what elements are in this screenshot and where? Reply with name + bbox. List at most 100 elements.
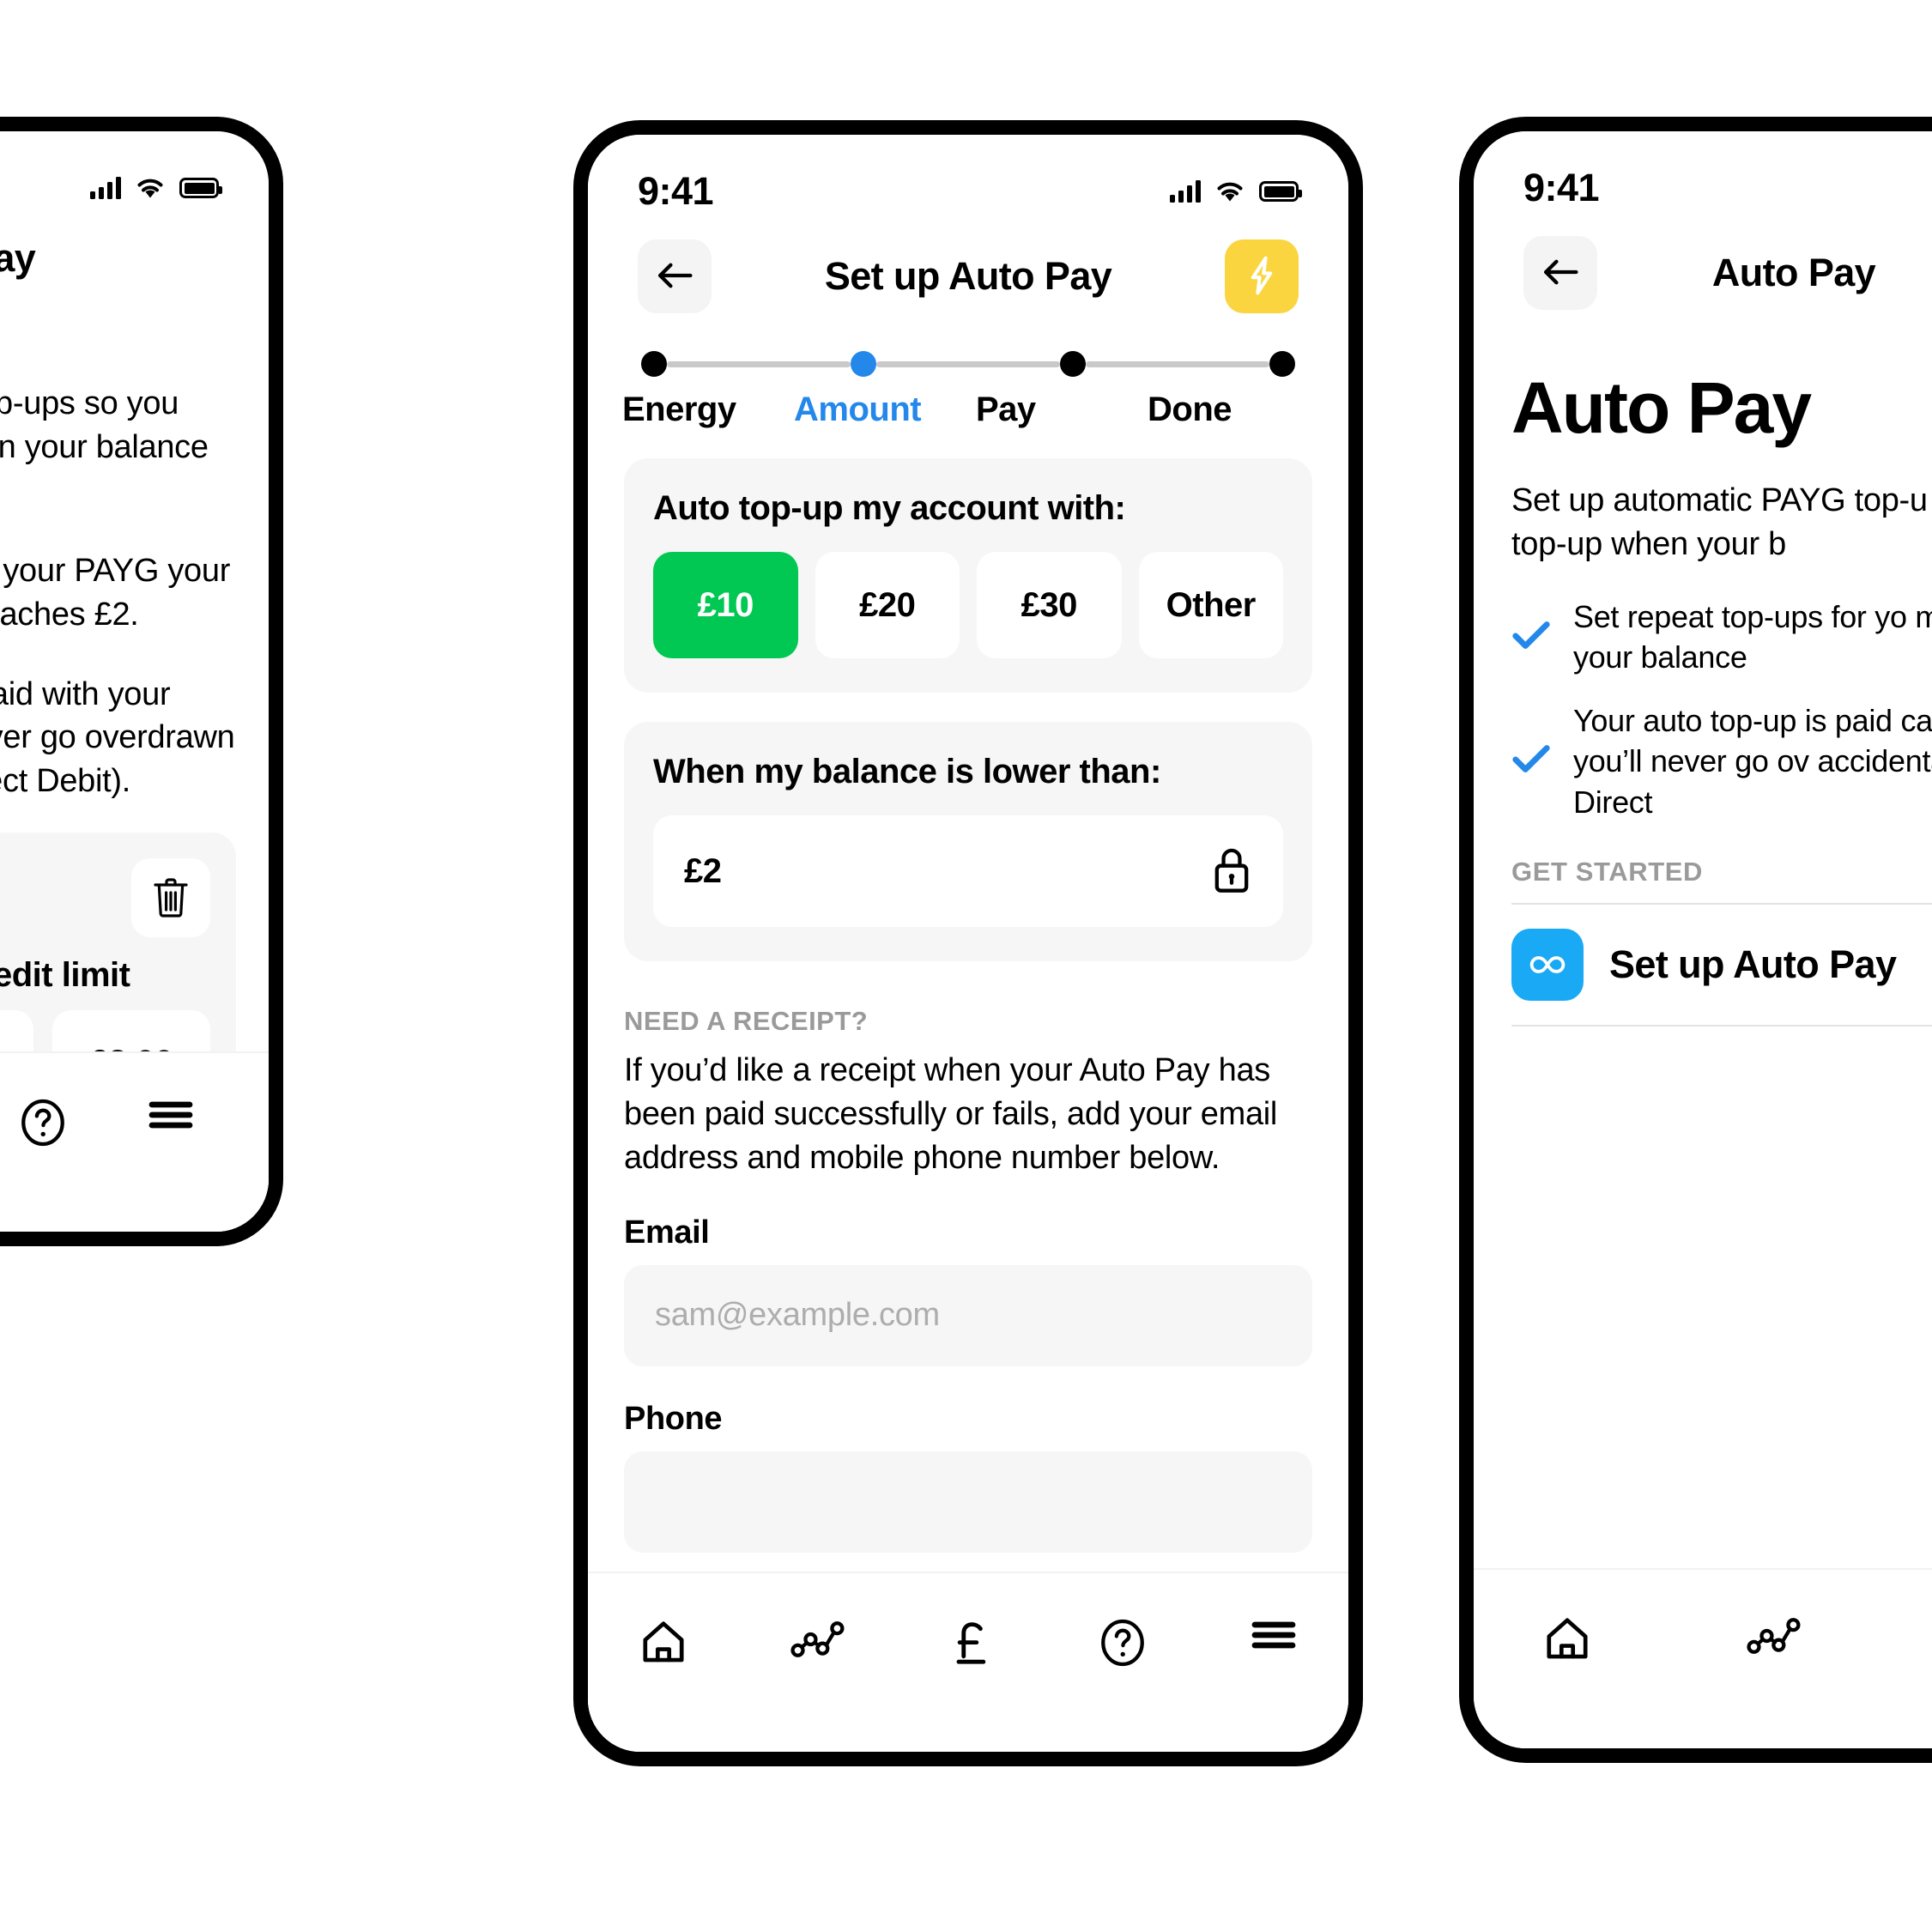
- left-paragraph-1: c PAYG top-ups so you never when your ba…: [0, 385, 209, 465]
- stepper-track: [641, 351, 1295, 377]
- pound-icon: [948, 1618, 996, 1674]
- balance-threshold-card: When my balance is lower than: £2: [624, 722, 1312, 961]
- right-navbar: Auto Pay: [1474, 212, 1932, 310]
- phone-input[interactable]: [624, 1451, 1312, 1553]
- amount-option-10[interactable]: £10: [653, 552, 798, 658]
- email-label: Email: [624, 1214, 710, 1251]
- back-button[interactable]: [638, 239, 712, 313]
- set-up-auto-pay-label: Set up Auto Pay: [1609, 942, 1897, 987]
- middle-body: Auto top-up my account with: £10 £20 £30…: [588, 458, 1348, 1553]
- right-screen: 9:41 Auto Pay Auto Pay Set up automatic …: [1474, 131, 1932, 1748]
- nav-help-button[interactable]: [1098, 1618, 1148, 1672]
- middle-status-bar: 9:41: [588, 135, 1348, 215]
- nav-usage-button[interactable]: [790, 1618, 845, 1665]
- receipt-eyebrow: NEED A RECEIPT?: [624, 1006, 869, 1036]
- lightning-bolt-icon: [1247, 255, 1276, 299]
- left-body: c PAYG top-ups so you never when your ba…: [0, 382, 269, 1150]
- status-icons: [90, 177, 222, 199]
- set-up-auto-pay-row[interactable]: Set up Auto Pay: [1511, 905, 1932, 1025]
- benefit-item: Your auto top-up is paid card, so you’ll…: [1511, 700, 1932, 823]
- nav-home-button[interactable]: [639, 1618, 688, 1672]
- back-button[interactable]: [1523, 236, 1597, 310]
- home-icon: [639, 1618, 688, 1672]
- auto-topup-amount-card: Auto top-up my account with: £10 £20 £30…: [624, 458, 1312, 693]
- right-status-bar: 9:41: [1474, 131, 1932, 212]
- nav-pay-button[interactable]: [948, 1618, 996, 1674]
- check-icon: [1511, 743, 1551, 778]
- step-dot-energy[interactable]: [641, 351, 667, 377]
- left-paragraph-2: op-ups for your PAYG your balance reache…: [0, 552, 231, 633]
- step-dot-done[interactable]: [1269, 351, 1295, 377]
- step-label-amount: Amount: [794, 391, 922, 428]
- left-bottom-nav: [0, 1051, 269, 1232]
- infinity-icon: [1511, 929, 1584, 1002]
- question-circle-icon: [1098, 1618, 1148, 1672]
- wifi-icon: [136, 177, 165, 199]
- amount-options: £10 £20 £30 Other: [653, 552, 1283, 658]
- phone-middle: 9:41 Set up Auto Pay Energy Amount Pay D…: [573, 120, 1363, 1766]
- setup-stepper: Energy Amount Pay Done: [588, 313, 1348, 429]
- email-input[interactable]: [624, 1264, 1312, 1366]
- nav-home-button[interactable]: [1542, 1614, 1592, 1669]
- battery-icon: [179, 178, 222, 198]
- nav-menu-button[interactable]: [1250, 1618, 1298, 1656]
- quick-action-button[interactable]: [1225, 239, 1299, 313]
- signal-bars-icon: [90, 177, 121, 199]
- page-title: Auto Pay: [0, 236, 36, 280]
- auto-topup-title: Auto top-up my account with:: [653, 489, 1126, 527]
- stepper-labels: Energy Amount Pay Done: [622, 391, 1295, 429]
- nav-usage-button[interactable]: [1747, 1614, 1802, 1662]
- phone-left: Auto Pay c PAYG top-ups so you never whe…: [0, 117, 283, 1246]
- usage-graph-icon: [1747, 1614, 1802, 1662]
- step-line-1: [667, 360, 851, 367]
- amount-option-other[interactable]: Other: [1138, 552, 1283, 658]
- benefit-text: Set repeat top-ups for yo meter when you…: [1573, 598, 1932, 675]
- screenshot-canvas: Auto Pay c PAYG top-ups so you never whe…: [0, 0, 1932, 1932]
- benefits-list: Set repeat top-ups for yo meter when you…: [1511, 597, 1932, 823]
- balance-threshold-title: When my balance is lower than:: [653, 753, 1161, 790]
- left-paragraph-3: op-up is paid with your bank ll never go…: [0, 675, 235, 800]
- balance-threshold-field[interactable]: £2: [653, 815, 1283, 927]
- lock-icon: [1211, 845, 1252, 899]
- phone-label: Phone: [624, 1400, 723, 1437]
- balance-threshold-value: £2: [684, 851, 722, 890]
- page-title: Set up Auto Pay: [824, 254, 1112, 298]
- list-divider-bottom: [1511, 1025, 1932, 1027]
- step-label-done: Done: [1148, 391, 1232, 428]
- amount-option-30[interactable]: £30: [977, 552, 1122, 658]
- arrow-left-icon: [1541, 257, 1580, 290]
- right-body: Auto Pay Set up automatic PAYG top-u for…: [1474, 366, 1932, 1027]
- receipt-description: If you’d like a receipt when your Auto P…: [624, 1052, 1278, 1176]
- benefit-item: Set repeat top-ups for yo meter when you…: [1511, 597, 1932, 678]
- nav-help-button[interactable]: [18, 1098, 68, 1152]
- wifi-icon: [1215, 180, 1245, 203]
- step-dot-pay[interactable]: [1060, 351, 1086, 377]
- middle-navbar: Set up Auto Pay: [588, 215, 1348, 313]
- middle-screen: 9:41 Set up Auto Pay Energy Amount Pay D…: [588, 135, 1348, 1752]
- delete-button[interactable]: [131, 858, 210, 938]
- left-status-bar: [0, 131, 269, 212]
- arrow-left-icon: [655, 260, 694, 294]
- battery-icon: [1259, 181, 1302, 202]
- trash-icon: [150, 875, 191, 922]
- step-dot-amount[interactable]: [851, 351, 876, 377]
- auto-pay-heading: Auto Pay: [1511, 367, 1812, 448]
- middle-bottom-nav: [588, 1572, 1348, 1752]
- home-icon: [1542, 1614, 1592, 1669]
- auto-pay-intro: Set up automatic PAYG top-u forget to to…: [1511, 482, 1932, 563]
- left-screen: Auto Pay c PAYG top-ups so you never whe…: [0, 131, 269, 1232]
- amount-option-20[interactable]: £20: [815, 552, 960, 658]
- get-started-eyebrow: GET STARTED: [1511, 857, 1704, 887]
- step-line-3: [1086, 360, 1269, 367]
- check-icon: [1511, 620, 1551, 655]
- nav-menu-button[interactable]: [147, 1098, 195, 1136]
- phone-right: 9:41 Auto Pay Auto Pay Set up automatic …: [1459, 117, 1932, 1763]
- page-title: Auto Pay: [1711, 251, 1876, 294]
- question-circle-icon: [18, 1098, 68, 1152]
- hamburger-menu-icon: [1250, 1618, 1298, 1656]
- hamburger-menu-icon: [147, 1098, 195, 1136]
- signal-bars-icon: [1170, 180, 1201, 203]
- credit-limit-label: Credit limit: [0, 956, 130, 995]
- left-navbar: Auto Pay: [0, 212, 269, 281]
- step-line-2: [876, 360, 1060, 367]
